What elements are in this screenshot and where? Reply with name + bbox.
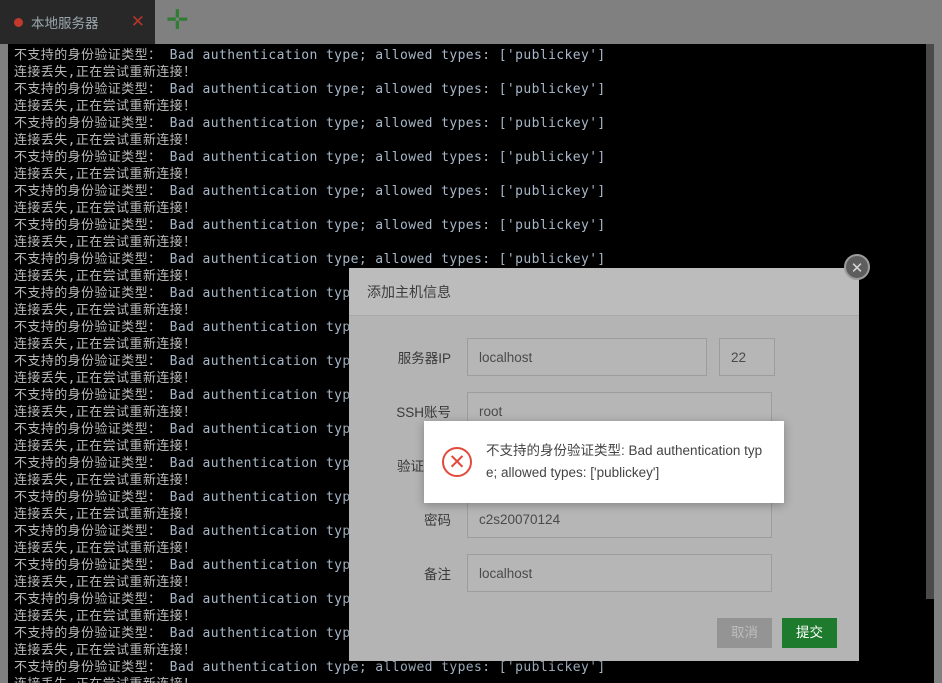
terminal-line: 不支持的身份验证类型： Bad authentication type; all… [14,218,606,233]
submit-button[interactable]: 提交 [782,618,837,648]
terminal-line: 连接丢失,正在尝试重新连接！ [14,201,197,216]
add-tab-icon[interactable]: ✛ [166,7,189,34]
error-toast-message: 不支持的身份验证类型: Bad authentication type; all… [486,443,763,480]
app-window: 本地服务器 ✕ ✛ 不支持的身份验证类型： Bad authentication… [0,0,942,683]
terminal-line: 连接丢失,正在尝试重新连接！ [14,167,197,182]
terminal-scrollbar[interactable] [926,44,934,683]
dialog-header: 添加主机信息 ✕ [349,254,870,316]
form-row-password: 密码 c2s20070124 [349,500,859,538]
cancel-button[interactable]: 取消 [717,618,772,648]
terminal-line: 连接丢失,正在尝试重新连接！ [14,676,934,683]
dialog-close-icon[interactable]: ✕ [844,254,870,280]
error-toast: ✕ 不支持的身份验证类型: Bad authentication type; a… [424,421,784,503]
terminal-line: 连接丢失,正在尝试重新连接！ [14,99,197,114]
label-ssh-account: SSH账号 [396,405,451,420]
terminal-scrollbar-thumb[interactable] [926,44,934,599]
terminal-line: 不支持的身份验证类型： Bad authentication type; all… [14,82,606,97]
close-icon[interactable]: ✕ [125,13,145,31]
terminal-line: 不支持的身份验证类型： Bad authentication type; all… [14,48,606,63]
terminal-line: 不支持的身份验证类型： Bad authentication type; all… [14,660,606,675]
terminal-line: 连接丢失,正在尝试重新连接！ [14,235,197,250]
remark-input[interactable]: localhost [467,554,772,592]
label-server-ip: 服务器IP [397,351,451,366]
tab-bar: 本地服务器 ✕ ✛ [0,0,942,44]
label-password: 密码 [424,513,451,528]
dialog-footer: 取消 提交 [349,605,859,661]
terminal-line: 连接丢失,正在尝试重新连接！ [14,133,197,148]
tab-local-server[interactable]: 本地服务器 ✕ [0,0,155,44]
terminal-line: 连接丢失,正在尝试重新连接！ [14,65,197,80]
form-row-server-ip: 服务器IP localhost 22 [349,338,859,376]
label-remark: 备注 [424,567,451,582]
terminal-line: 不支持的身份验证类型： Bad authentication type; all… [14,252,606,267]
server-ip-input[interactable]: localhost [467,338,707,376]
dialog-title: 添加主机信息 [367,283,451,300]
error-circle-x-icon: ✕ [442,447,472,477]
tab-label: 本地服务器 [31,16,99,31]
terminal-line: 不支持的身份验证类型： Bad authentication type; all… [14,116,606,131]
terminal-line: 不支持的身份验证类型： Bad authentication type; all… [14,184,606,199]
server-port-input[interactable]: 22 [719,338,775,376]
password-input[interactable]: c2s20070124 [467,500,772,538]
tab-status-dot [14,17,23,27]
terminal-line: 不支持的身份验证类型： Bad authentication type; all… [14,150,606,165]
form-row-remark: 备注 localhost [349,554,859,592]
